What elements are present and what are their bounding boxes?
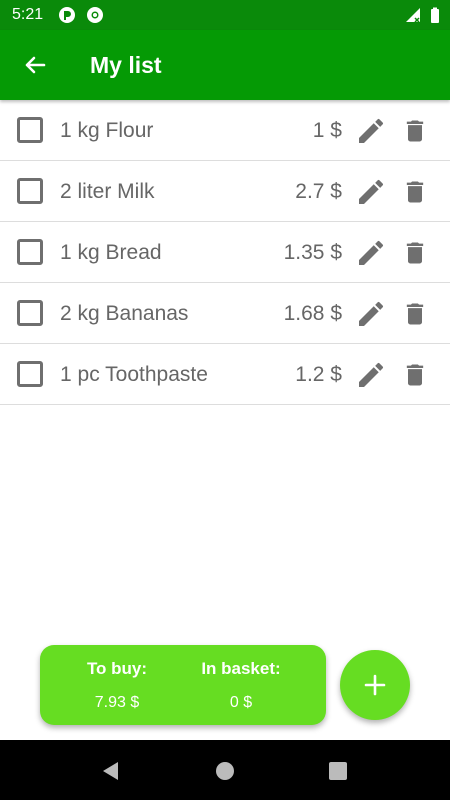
app-notification-icon [58, 6, 76, 24]
list-item: 1 kg Flour 1 $ [0, 100, 450, 161]
status-bar: 5:21 [0, 0, 450, 30]
trash-icon [401, 176, 429, 208]
item-price: 2.7 $ [295, 180, 342, 203]
trash-icon [401, 359, 429, 391]
trash-icon [401, 298, 429, 330]
home-circle-icon [214, 760, 236, 782]
item-price: 1.68 $ [283, 302, 342, 325]
edit-button[interactable] [355, 115, 387, 147]
item-name: 1 kg Bread [60, 241, 162, 264]
item-price: 1 $ [312, 119, 342, 142]
list-item: 1 kg Bread 1.35 $ [0, 222, 450, 283]
shopping-list: 1 kg Flour 1 $ 2 liter Milk 2.7 $ 1 kg B… [0, 100, 450, 405]
nav-recents-button[interactable] [327, 760, 349, 782]
item-name: 2 kg Bananas [60, 302, 189, 325]
in-basket-value: 0 $ [229, 694, 253, 711]
pencil-icon [355, 359, 387, 391]
delete-button[interactable] [401, 359, 429, 391]
arrow-back-icon [18, 50, 52, 80]
page-title: My list [90, 52, 162, 78]
item-checkbox[interactable] [17, 239, 43, 265]
delete-button[interactable] [401, 115, 429, 147]
back-triangle-icon [100, 760, 122, 782]
delete-button[interactable] [401, 176, 429, 208]
item-price: 1.2 $ [295, 363, 342, 386]
item-checkbox[interactable] [17, 300, 43, 326]
in-basket-label: In basket: [201, 659, 281, 678]
item-name: 1 pc Toothpaste [60, 363, 208, 386]
navigation-bar [0, 740, 450, 800]
to-buy-value: 7.93 $ [94, 694, 140, 711]
summary-card: To buy: In basket: 7.93 $ 0 $ [40, 645, 326, 725]
list-item: 2 liter Milk 2.7 $ [0, 161, 450, 222]
edit-button[interactable] [355, 237, 387, 269]
back-button[interactable] [18, 50, 52, 80]
app-bar: My list [0, 30, 450, 100]
edit-button[interactable] [355, 298, 387, 330]
nav-home-button[interactable] [214, 760, 236, 782]
pencil-icon [355, 298, 387, 330]
status-time: 5:21 [12, 6, 44, 23]
add-item-button[interactable] [340, 650, 410, 720]
item-checkbox[interactable] [17, 178, 43, 204]
item-checkbox[interactable] [17, 361, 43, 387]
list-item: 2 kg Bananas 1.68 $ [0, 283, 450, 344]
edit-button[interactable] [355, 176, 387, 208]
to-buy-label: To buy: [86, 659, 148, 678]
trash-icon [401, 237, 429, 269]
chrome-icon [86, 6, 104, 24]
pencil-icon [355, 115, 387, 147]
list-item: 1 pc Toothpaste 1.2 $ [0, 344, 450, 405]
edit-button[interactable] [355, 359, 387, 391]
item-name: 1 kg Flour [60, 119, 154, 142]
battery-icon [426, 6, 444, 24]
signal-icon [404, 6, 422, 24]
delete-button[interactable] [401, 237, 429, 269]
pencil-icon [355, 237, 387, 269]
delete-button[interactable] [401, 298, 429, 330]
item-checkbox[interactable] [17, 117, 43, 143]
recents-square-icon [327, 760, 349, 782]
item-name: 2 liter Milk [60, 180, 155, 203]
nav-back-button[interactable] [100, 760, 122, 782]
pencil-icon [355, 176, 387, 208]
trash-icon [401, 115, 429, 147]
item-price: 1.35 $ [283, 241, 342, 264]
